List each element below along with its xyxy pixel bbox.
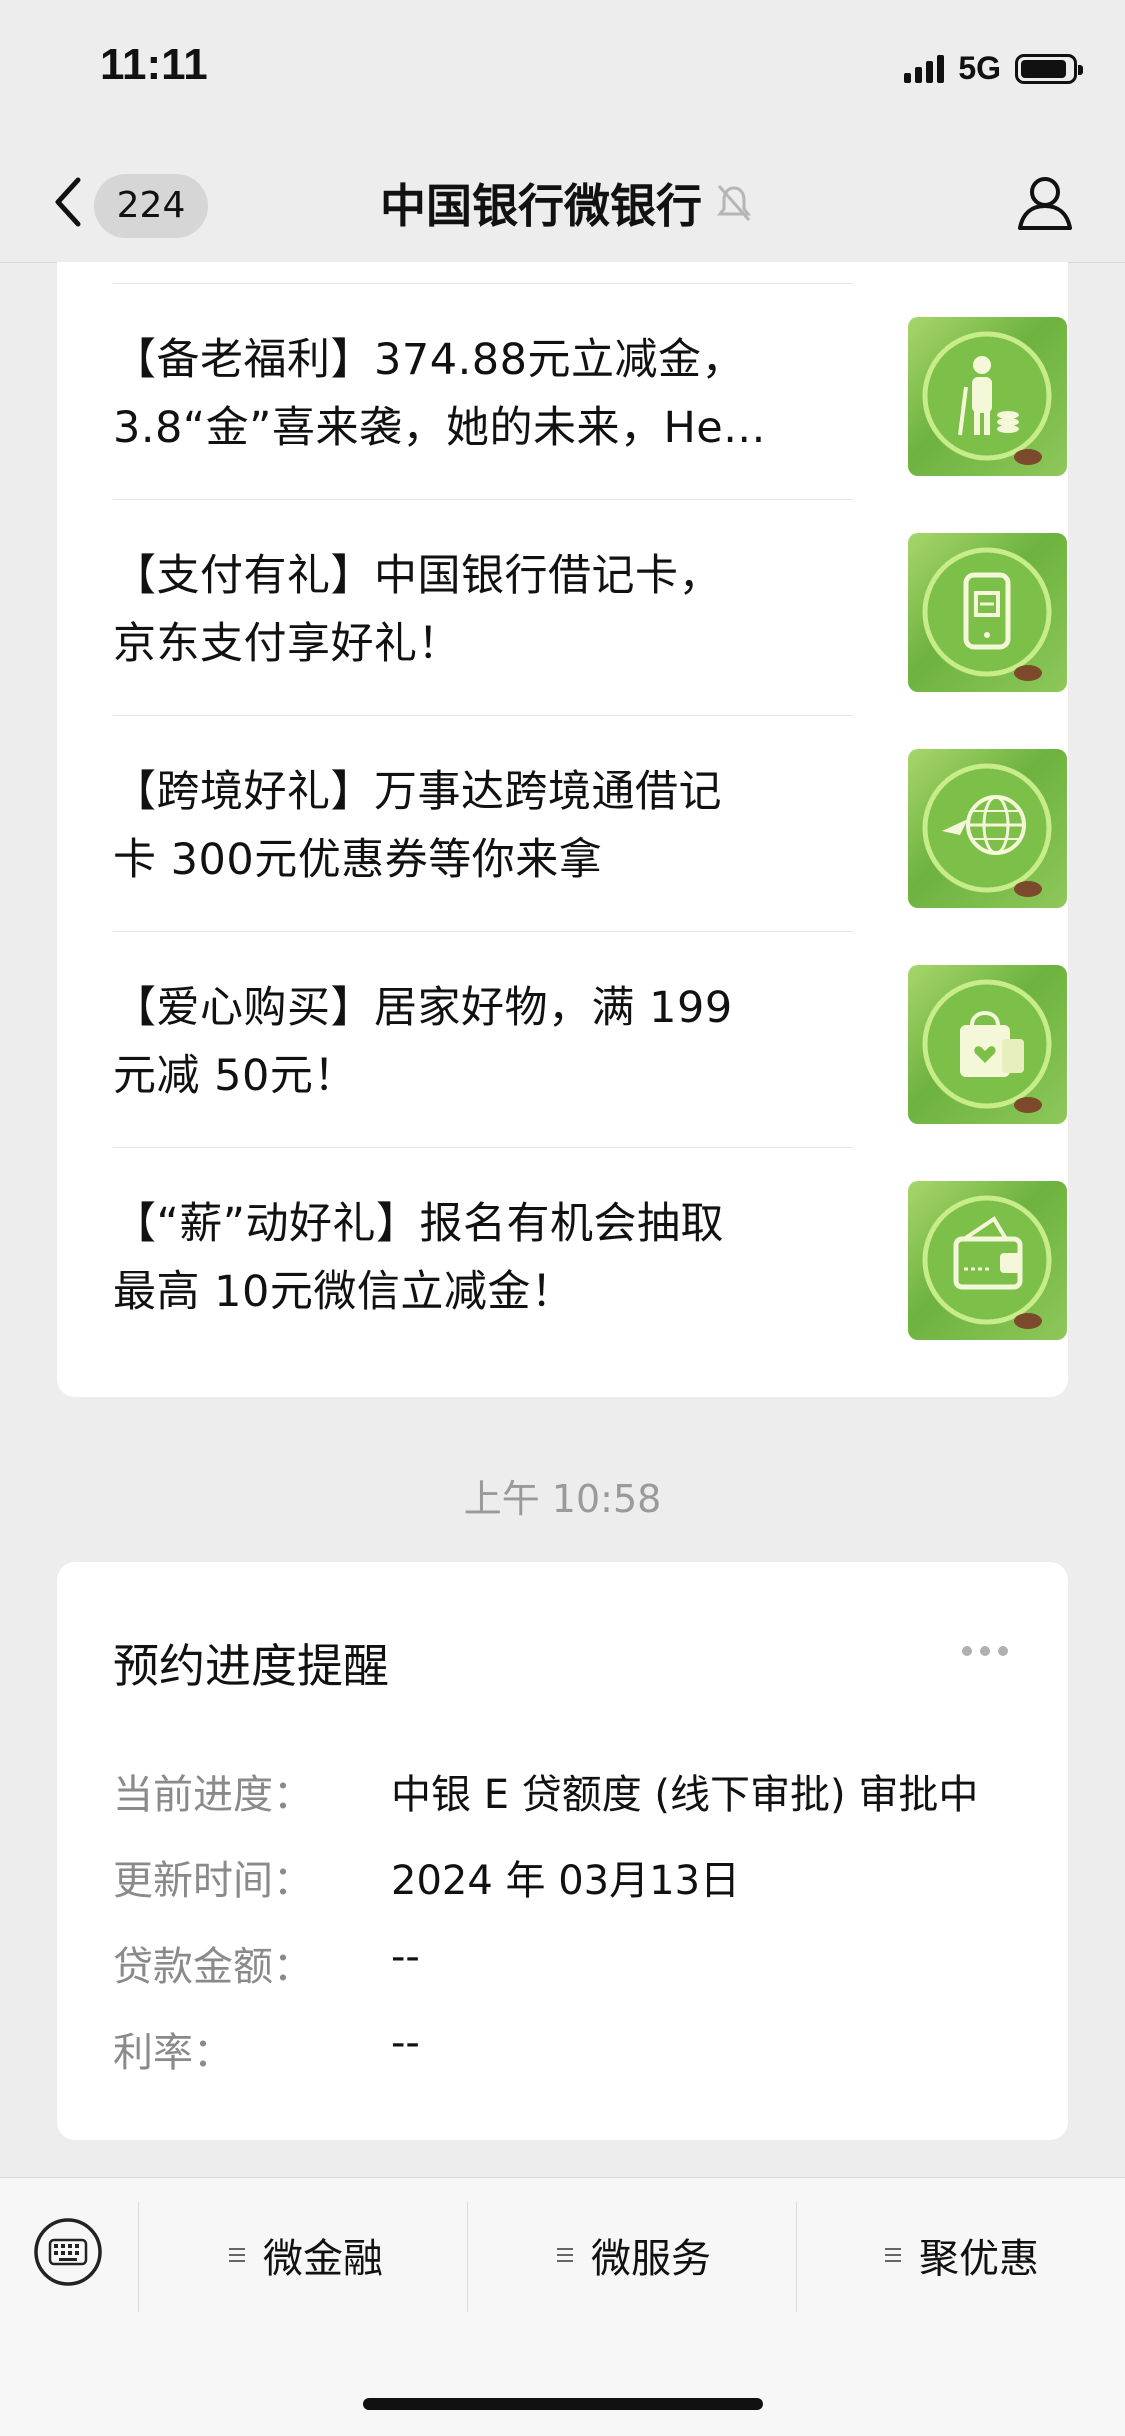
field-value: 2024 年 03月13日 (391, 1858, 741, 1904)
field-label: 利率： (113, 2030, 233, 2076)
divider (138, 2202, 139, 2312)
article-list-card: 【备老福利】374.88元立减金， 3.8“金”喜来袭，她的未来，He... 【… (57, 262, 1068, 1397)
article-item[interactable]: 【支付有礼】中国银行借记卡， 京东支付享好礼！ (113, 500, 1067, 716)
article-title: 【支付有礼】中国银行借记卡， 京东支付享好礼！ (113, 551, 722, 669)
home-indicator (363, 2398, 763, 2410)
network-type: 5G (958, 50, 1001, 86)
field-value: -- (391, 2020, 420, 2066)
more-icon[interactable] (962, 1646, 1008, 1656)
divider (796, 2202, 797, 2312)
menu-item-wei-fuwu[interactable]: 微服务 (470, 2200, 798, 2310)
article-item[interactable]: 【“薪”动好礼】报名有机会抽取 最高 10元微信立减金！ (113, 1148, 1067, 1364)
menu-item-wei-jinrong[interactable]: 微金融 (142, 2200, 470, 2310)
signal-icon (904, 54, 945, 83)
article-item[interactable]: 【备老福利】374.88元立减金， 3.8“金”喜来袭，她的未来，He... (113, 284, 1067, 500)
nav-title-group: 中国银行微银行 (380, 170, 752, 236)
page-title: 中国银行微银行 (380, 179, 702, 233)
reminder-card[interactable]: 预约进度提醒 当前进度： 中银 E 贷额度 (线下审批) 审批中 更新时间： 2… (57, 1562, 1068, 2140)
article-title: 【“薪”动好礼】报名有机会抽取 最高 10元微信立减金！ (113, 1199, 725, 1317)
article-title: 【备老福利】374.88元立减金， 3.8“金”喜来袭，她的未来，He... (113, 335, 766, 453)
shopping-bag-heart-icon (908, 965, 1067, 1124)
field-label: 更新时间： (113, 1858, 313, 1904)
article-title: 【跨境好礼】万事达跨境通借记 卡 300元优惠券等你来拿 (113, 767, 722, 885)
mobile-payment-icon (908, 533, 1067, 692)
status-time: 11:11 (100, 40, 208, 89)
back-icon[interactable] (48, 172, 88, 232)
globe-airplane-icon (908, 749, 1067, 908)
article-title: 【爱心购买】居家好物，满 199 元减 50元！ (113, 983, 733, 1101)
reminder-title: 预约进度提醒 (113, 1639, 389, 1693)
elderly-person-coins-icon (908, 317, 1067, 476)
status-indicators: 5G (904, 50, 1083, 87)
menu-list-icon (229, 2248, 245, 2262)
keyboard-icon[interactable] (32, 2216, 104, 2288)
article-item[interactable]: 【爱心购买】居家好物，满 199 元减 50元！ (113, 932, 1067, 1148)
field-label: 当前进度： (113, 1772, 313, 1818)
unread-count-badge[interactable]: 224 (94, 174, 208, 238)
field-label: 贷款金额： (113, 1944, 313, 1990)
status-bar: 11:11 5G (0, 0, 1125, 150)
field-value: -- (391, 1934, 420, 1980)
nav-bar: 224 中国银行微银行 (0, 150, 1125, 263)
battery-icon (1015, 53, 1083, 84)
message-timestamp: 上午 10:58 (463, 1477, 662, 1521)
article-item[interactable]: 【跨境好礼】万事达跨境通借记 卡 300元优惠券等你来拿 (113, 716, 1067, 932)
menu-list-icon (885, 2248, 901, 2262)
menu-item-ju-youhui[interactable]: 聚优惠 (798, 2200, 1125, 2310)
divider (467, 2202, 468, 2312)
profile-icon[interactable] (1015, 172, 1075, 232)
mute-bell-icon (716, 185, 752, 221)
menu-list-icon (557, 2248, 573, 2262)
wallet-icon (908, 1181, 1067, 1340)
field-value: 中银 E 贷额度 (线下审批) 审批中 (391, 1772, 979, 1818)
